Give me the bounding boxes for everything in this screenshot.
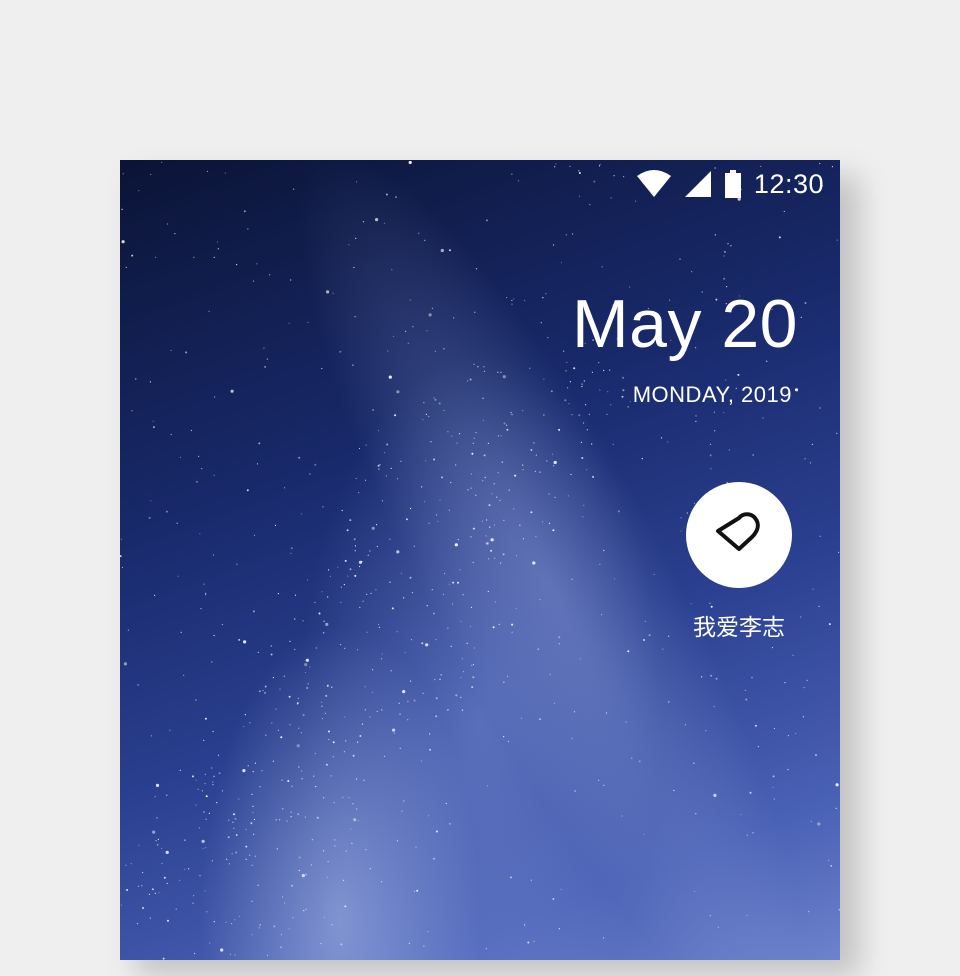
clock-time: 12:30 xyxy=(753,168,824,199)
cell-signal-icon xyxy=(684,170,712,198)
lockscreen-weekday-year: MONDAY, 2019 xyxy=(632,382,792,407)
shortcut-label: 我爱李志 xyxy=(693,615,785,641)
wifi-icon xyxy=(636,170,672,198)
lockscreen-date: May 20 xyxy=(572,286,798,362)
heart-shortcut-button[interactable] xyxy=(686,482,792,588)
lock-screen: 12:30 May 20 MONDAY, 2019 我爱李志 xyxy=(120,160,840,960)
status-bar: 12:30 xyxy=(636,168,824,200)
battery-icon xyxy=(724,170,742,198)
heart-icon xyxy=(714,512,764,558)
